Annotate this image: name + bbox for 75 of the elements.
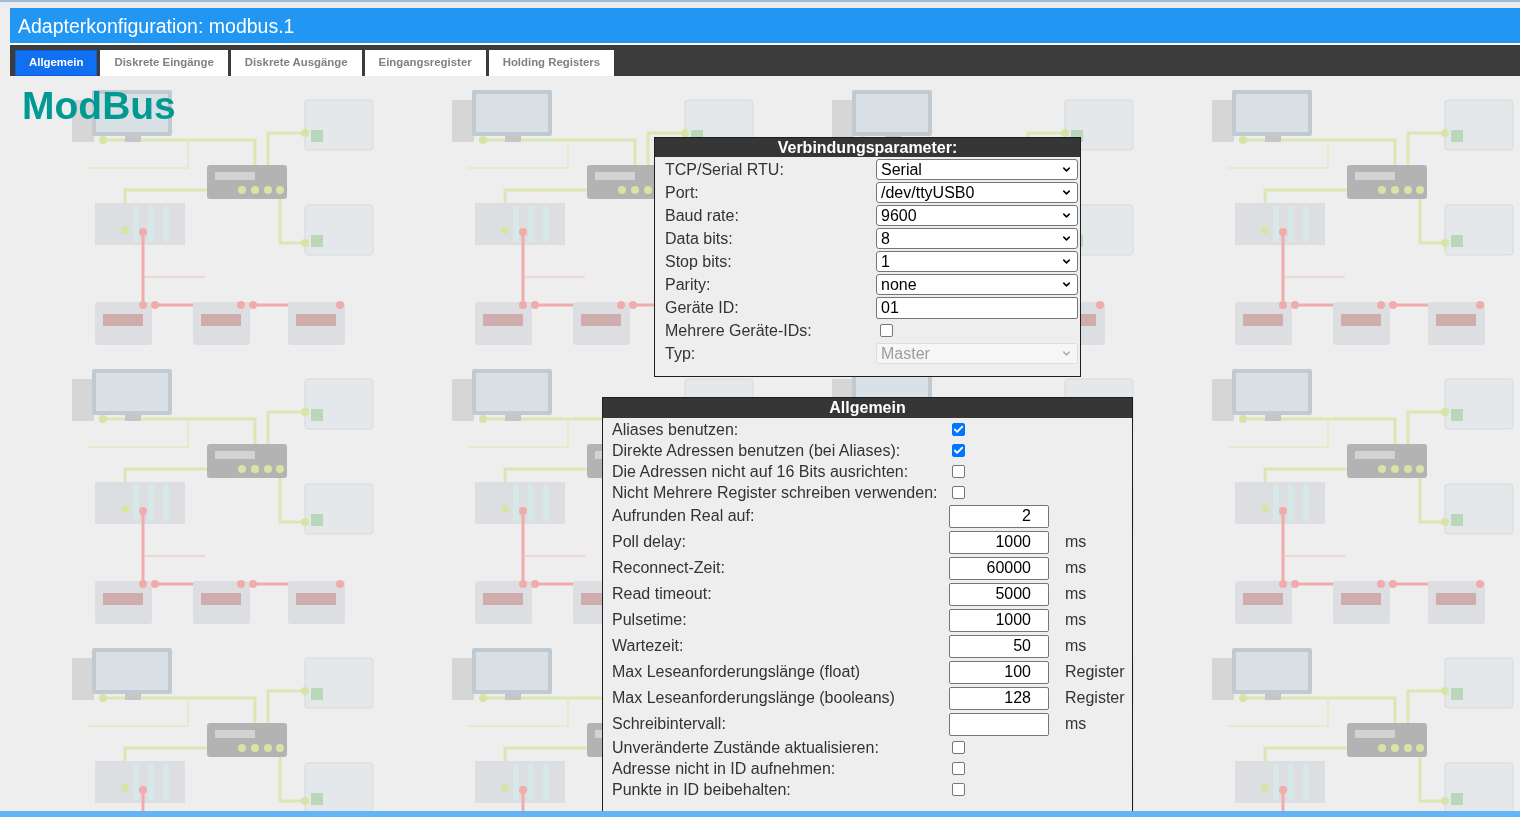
tab[interactable]: Allgemein bbox=[15, 50, 98, 76]
checkbox[interactable] bbox=[952, 783, 965, 796]
chevron-down-icon bbox=[1061, 256, 1072, 267]
tab[interactable]: Diskrete Eingänge bbox=[100, 50, 228, 76]
unit-label: Register bbox=[1065, 689, 1125, 707]
chevron-down-icon bbox=[1061, 233, 1072, 244]
field-label: Read timeout: bbox=[612, 585, 712, 603]
field-label: Max Leseanforderungslänge (float) bbox=[612, 663, 861, 681]
tab[interactable]: Diskrete Ausgänge bbox=[230, 50, 362, 76]
field-label: Data bits: bbox=[665, 229, 733, 248]
unit-label: ms bbox=[1065, 585, 1087, 603]
dropdown[interactable]: 8 bbox=[876, 228, 1078, 249]
number-input[interactable] bbox=[949, 712, 1049, 736]
field-label: Port: bbox=[665, 183, 699, 202]
field-label: Geräte ID: bbox=[665, 298, 739, 317]
dropdown[interactable]: /dev/ttyUSB0 bbox=[876, 182, 1078, 203]
dropdown[interactable]: 1 bbox=[876, 251, 1078, 272]
number-input[interactable]: 5000 bbox=[949, 582, 1049, 606]
number-input[interactable]: 60000 bbox=[949, 556, 1049, 580]
field-label: Max Leseanforderungslänge (booleans) bbox=[612, 689, 895, 707]
field-label: Punkte in ID beibehalten: bbox=[612, 780, 791, 799]
unit-label: ms bbox=[1065, 559, 1087, 577]
field-label: Schreibintervall: bbox=[612, 715, 726, 733]
unit-label: ms bbox=[1065, 611, 1087, 629]
field-label: Reconnect-Zeit: bbox=[612, 559, 725, 577]
panel-header: Verbindungsparameter: bbox=[655, 138, 1080, 157]
field-label: Typ: bbox=[665, 344, 696, 363]
field-label: Die Adressen nicht auf 16 Bits ausrichten: bbox=[612, 462, 909, 481]
field-label: Pulsetime: bbox=[612, 611, 687, 629]
window-title: Adapterkonfiguration: modbus.1 bbox=[18, 14, 295, 37]
chevron-down-icon bbox=[1061, 164, 1072, 175]
dropdown[interactable]: Serial bbox=[876, 159, 1078, 180]
dropdown[interactable]: none bbox=[876, 274, 1078, 295]
unit-label: Register bbox=[1065, 663, 1125, 681]
field-label: Direkte Adressen benutzen (bei Aliases): bbox=[612, 441, 901, 460]
chevron-down-icon bbox=[1061, 210, 1072, 221]
checkbox[interactable] bbox=[952, 762, 965, 775]
checkbox[interactable] bbox=[952, 741, 965, 754]
chevron-down-icon bbox=[1061, 279, 1072, 290]
field-label: Poll delay: bbox=[612, 533, 686, 551]
field-label: Aliases benutzen: bbox=[612, 420, 739, 439]
chevron-down-icon bbox=[1061, 187, 1072, 198]
field-label: Nicht Mehrere Register schreiben verwenden: bbox=[612, 483, 938, 502]
unit-label: ms bbox=[1065, 715, 1087, 733]
checkbox[interactable] bbox=[952, 444, 965, 457]
chevron-down-icon bbox=[1061, 348, 1072, 359]
number-input[interactable]: 50 bbox=[949, 634, 1049, 658]
field-label: Wartezeit: bbox=[612, 637, 684, 655]
field-label: Parity: bbox=[665, 275, 711, 294]
field-label: Aufrunden Real auf: bbox=[612, 507, 755, 525]
logo-text: ModBus bbox=[22, 86, 176, 126]
number-input[interactable]: 128 bbox=[949, 686, 1049, 710]
checkbox[interactable] bbox=[952, 423, 965, 436]
text-input[interactable]: 01 bbox=[876, 296, 1078, 319]
panel-header: Allgemein bbox=[603, 398, 1132, 418]
checkbox[interactable] bbox=[880, 324, 893, 337]
number-input[interactable]: 1000 bbox=[949, 530, 1049, 554]
field-label: Stop bits: bbox=[665, 252, 732, 271]
tab[interactable]: Eingangsregister bbox=[364, 50, 486, 76]
field-label: Mehrere Geräte-IDs: bbox=[665, 321, 812, 340]
checkbox[interactable] bbox=[952, 486, 965, 499]
checkmark-icon bbox=[953, 445, 964, 456]
field-label: TCP/Serial RTU: bbox=[665, 160, 784, 179]
tab[interactable]: Holding Registers bbox=[488, 50, 615, 76]
dropdown[interactable]: 9600 bbox=[876, 205, 1078, 226]
unit-label: ms bbox=[1065, 637, 1087, 655]
number-input[interactable]: 1000 bbox=[949, 608, 1049, 632]
field-label: Adresse nicht in ID aufnehmen: bbox=[612, 759, 836, 778]
checkbox[interactable] bbox=[952, 465, 965, 478]
number-input[interactable]: 2 bbox=[949, 504, 1049, 528]
checkmark-icon bbox=[953, 424, 964, 435]
field-label: Unveränderte Zustände aktualisieren: bbox=[612, 738, 879, 757]
unit-label: ms bbox=[1065, 533, 1087, 551]
number-input[interactable]: 100 bbox=[949, 660, 1049, 684]
field-label: Baud rate: bbox=[665, 206, 739, 225]
